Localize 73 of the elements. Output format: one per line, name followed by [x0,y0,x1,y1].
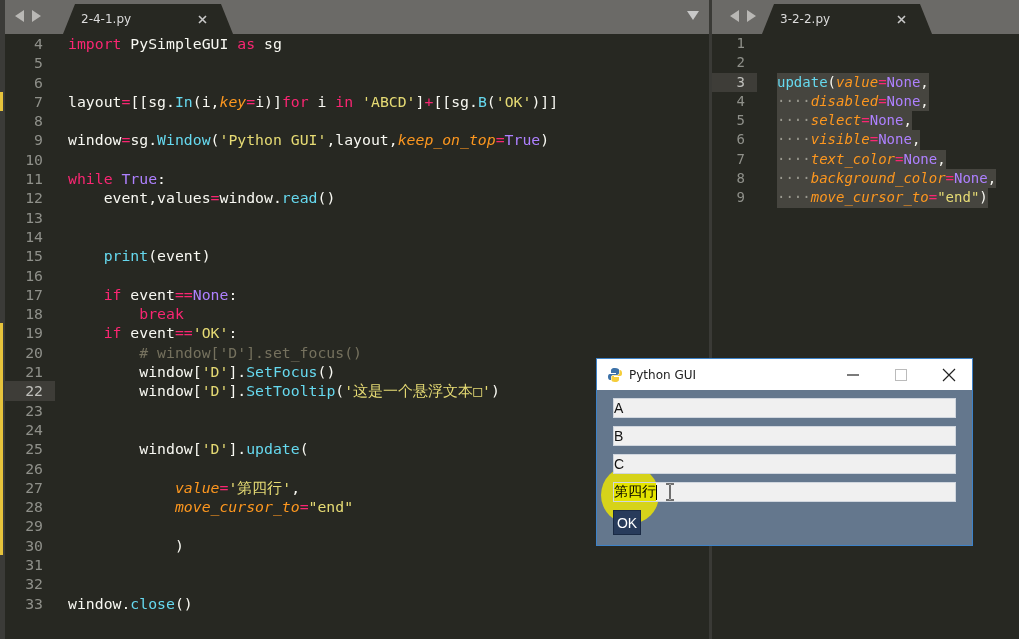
code-line: value='第四行', [173,477,301,498]
line-number: 26 [24,458,44,478]
line-number: 17 [24,284,44,305]
close-icon[interactable] [942,367,956,382]
code-line: event,values=window.read() [102,188,336,208]
tab-label: 2-4-1.py [81,12,132,26]
line-number: 31 [24,555,44,575]
code-line: while True: [68,169,166,189]
line-number: 5 [735,111,746,131]
line-number: 27 [24,477,44,498]
line-number: 16 [24,265,44,285]
line-number: 10 [24,149,44,170]
tab-label: 3-2-2.py [780,12,831,26]
line-number: 5 [33,53,44,73]
line-number: 3 [712,72,757,92]
code-line: window['D'].SetTooltip('这是一个悬浮文本□') [138,381,500,401]
code-line: if event=='OK': [102,323,238,343]
code-line: window.close() [68,593,193,613]
line-number: 32 [24,574,44,594]
line-number: 23 [24,400,44,420]
code-line: break [138,304,184,324]
line-number: 14 [24,226,44,247]
navigation-arrows-icon[interactable] [15,10,41,22]
line-number: 21 [24,362,44,382]
line-number: 7 [735,149,746,169]
line-number: 4 [33,34,44,54]
input-field[interactable]: A [613,398,956,418]
line-number: 11 [24,169,44,189]
code-line: move_cursor_to="end" [173,497,354,517]
code-line: window['D'].update( [138,439,309,459]
line-number: 15 [24,246,44,266]
line-number: 20 [24,342,44,363]
code-line: layout=[[sg.In(i,key=i)]for i in 'ABCD']+[[sg.B('OK')]] [68,91,559,112]
line-number: 9 [33,130,44,150]
line-number: 1 [735,34,746,53]
tab[interactable]: 2-4-1.py [63,4,233,34]
text-cursor [656,484,657,500]
code-line: if event==None: [102,284,238,305]
line-number: 24 [24,419,44,440]
input-field[interactable]: C [613,454,956,474]
line-number: 4 [735,91,746,111]
line-number: 25 [24,439,44,459]
tab[interactable]: 3-2-2.py [762,4,932,34]
code-line: import PySimpleGUI as sg [68,34,282,54]
dropdown-icon[interactable] [687,11,699,20]
line-number: 29 [24,516,44,536]
line-number: 22 [5,381,55,401]
line-number: 6 [33,72,44,92]
ok-button[interactable]: OK [613,510,641,535]
line-number: 2 [735,53,746,73]
navigation-arrows-icon[interactable] [730,10,756,22]
code-line: # window['D'].set_focus() [138,342,362,363]
line-number: 18 [24,304,44,324]
line-number: 9 [735,188,746,208]
input-field[interactable]: B [613,426,956,446]
line-number: 33 [24,593,44,613]
code-line: ) [173,535,184,555]
i-beam-cursor-icon [666,483,674,501]
window-title: Python GUI [629,367,697,382]
line-number: 19 [24,323,44,343]
code-line: print(event) [102,246,211,266]
line-number: 13 [24,207,44,227]
line-number: 12 [24,188,44,208]
line-number: 8 [735,169,746,189]
line-number: 6 [735,130,746,150]
line-number: 7 [33,91,44,112]
python-logo-icon [607,366,623,383]
line-number: 8 [33,111,44,131]
input-field[interactable]: 第四行 [613,482,956,502]
line-number: 30 [24,535,44,555]
code-line: window=sg.Window('Python GUI',layout,keep_on_top=True) [68,130,550,150]
code-line: window['D'].SetFocus() [138,362,336,382]
line-number: 28 [24,497,44,517]
